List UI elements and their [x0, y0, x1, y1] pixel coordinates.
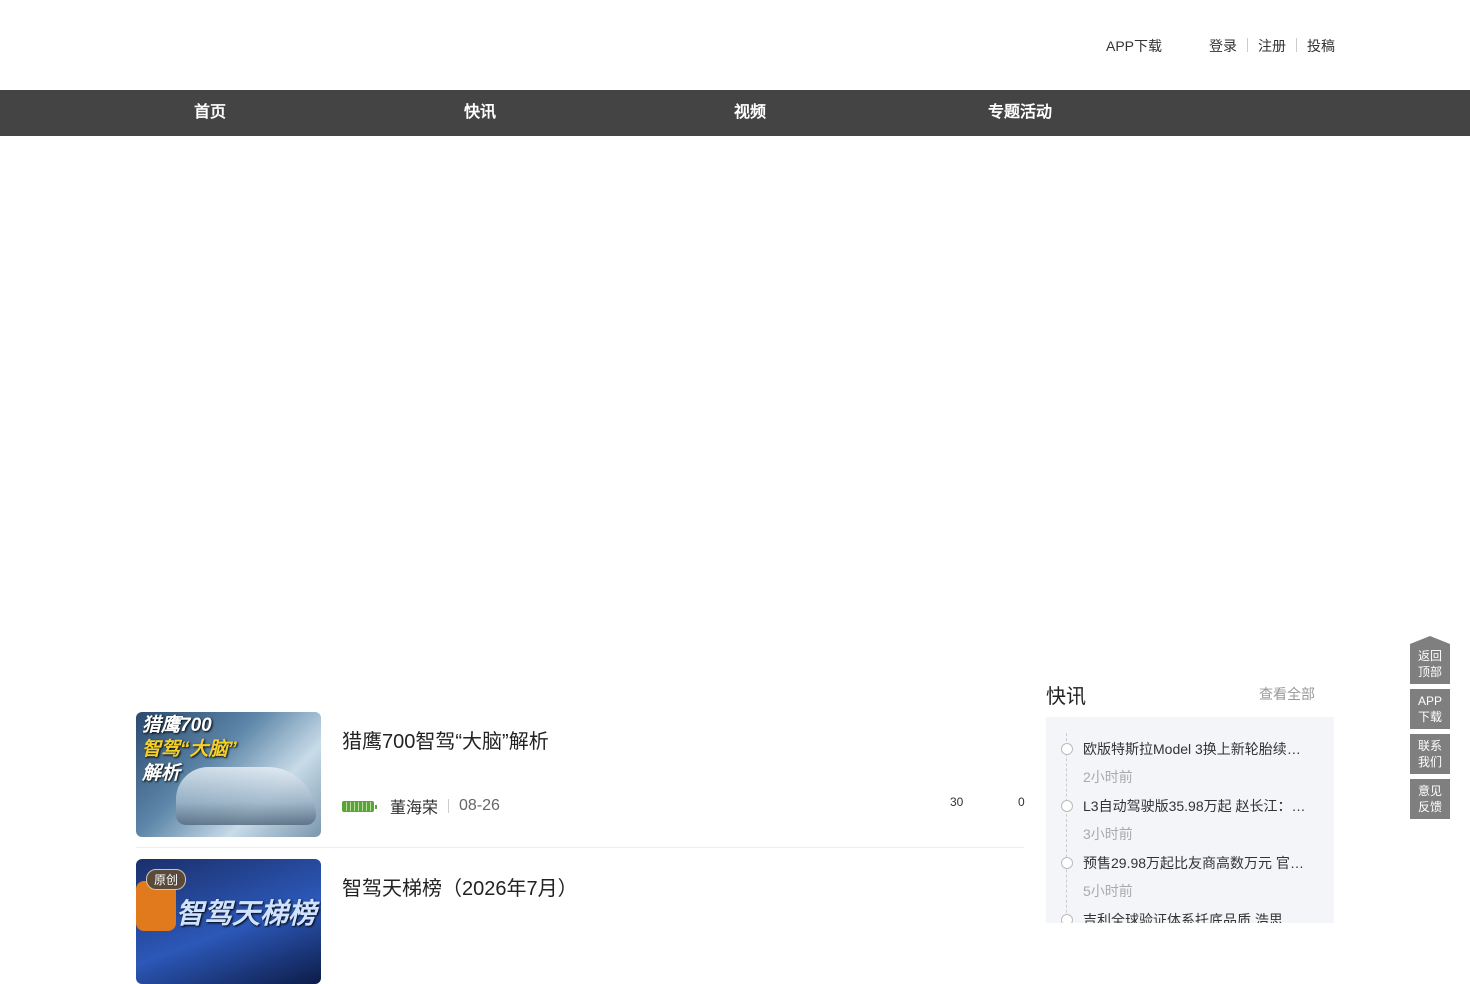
- article-meta: 董海荣 08-26: [342, 794, 500, 818]
- news-title[interactable]: 欧版特斯拉Model 3换上新轮胎续航提升: [1083, 739, 1308, 759]
- nav-item-home[interactable]: 首页: [194, 90, 226, 136]
- article-title[interactable]: 智驾天梯榜（2026年7月）: [342, 872, 578, 901]
- article-item[interactable]: 原创 智驾天梯榜 智驾天梯榜（2026年7月）: [136, 859, 1024, 984]
- divider: [1247, 38, 1248, 52]
- original-badge: 原创: [146, 869, 187, 890]
- timeline-dot-icon: [1061, 743, 1073, 755]
- news-title[interactable]: L3自动驾驶版35.98万起 赵长江：仰望: [1083, 796, 1308, 816]
- feedback-button[interactable]: 意见 反馈: [1410, 779, 1450, 819]
- back-to-top-button[interactable]: 返回 顶部: [1410, 636, 1450, 684]
- app-download-button[interactable]: APP 下载: [1410, 689, 1450, 729]
- top-bar: APP下载 登录 注册 投稿: [0, 0, 1470, 90]
- app-download-link[interactable]: APP下载: [1106, 36, 1162, 56]
- divider: [448, 799, 450, 813]
- login-link[interactable]: 登录: [1209, 36, 1237, 56]
- article-author[interactable]: 董海荣: [390, 794, 438, 818]
- view-count: 30: [950, 795, 964, 809]
- button-label: 返回: [1417, 649, 1442, 663]
- article-thumbnail[interactable]: 原创 智驾天梯榜: [136, 859, 321, 984]
- car-image: [176, 767, 316, 825]
- news-time: 2小时前: [1083, 769, 1133, 785]
- thumbnail-text: 智驾天梯榜: [176, 898, 317, 929]
- article-thumbnail[interactable]: 猎鹰700 智驾“大脑” 解析: [136, 712, 321, 837]
- thumbnail-text: 智驾“大脑”: [142, 739, 238, 760]
- button-label: 意见: [1417, 784, 1442, 798]
- button-label: APP: [1417, 694, 1442, 708]
- news-title[interactable]: 预售29.98万起比友商高数万元 官方回应: [1083, 853, 1308, 873]
- nav-item-special-events[interactable]: 专题活动: [988, 90, 1052, 136]
- divider: [136, 847, 1024, 848]
- button-label: 反馈: [1417, 800, 1442, 814]
- author-level-icon: [342, 800, 377, 812]
- thumbnail-text: 解析: [142, 763, 181, 784]
- nav-item-video[interactable]: 视频: [734, 90, 766, 136]
- register-link[interactable]: 注册: [1258, 36, 1286, 56]
- button-label: 下载: [1417, 710, 1442, 724]
- news-title[interactable]: 吉利全球验证体系托底品质 浩思动力: [1083, 910, 1308, 923]
- button-label: 顶部: [1417, 665, 1442, 679]
- article-date: 08-26: [459, 797, 500, 814]
- timeline-line: [1066, 733, 1067, 923]
- timeline-dot-icon: [1061, 800, 1073, 812]
- article-title[interactable]: 猎鹰700智驾“大脑”解析: [342, 725, 549, 754]
- timeline-dot-icon: [1061, 857, 1073, 869]
- timeline-dot-icon: [1061, 914, 1073, 923]
- view-all-link[interactable]: 查看全部: [1259, 684, 1315, 704]
- news-time: 5小时前: [1083, 883, 1133, 899]
- flash-news-list: 欧版特斯拉Model 3换上新轮胎续航提升 2小时前 L3自动驾驶版35.98万…: [1046, 717, 1334, 923]
- news-time: 3小时前: [1083, 826, 1133, 842]
- divider: [1296, 38, 1297, 52]
- main-nav: 首页 快讯 视频 专题活动: [0, 90, 1470, 136]
- button-label: 我们: [1417, 755, 1442, 769]
- comment-count: 0: [1018, 795, 1025, 809]
- nav-item-flash-news[interactable]: 快讯: [464, 90, 496, 136]
- submit-article-link[interactable]: 投稿: [1307, 36, 1335, 56]
- sidebar-title: 快讯: [1046, 686, 1086, 708]
- article-item[interactable]: 猎鹰700 智驾“大脑” 解析 猎鹰700智驾“大脑”解析 董海荣 08-26 …: [136, 712, 1025, 837]
- button-label: 联系: [1417, 739, 1442, 753]
- contact-us-button[interactable]: 联系 我们: [1410, 734, 1450, 774]
- thumbnail-text: 猎鹰700: [142, 715, 212, 736]
